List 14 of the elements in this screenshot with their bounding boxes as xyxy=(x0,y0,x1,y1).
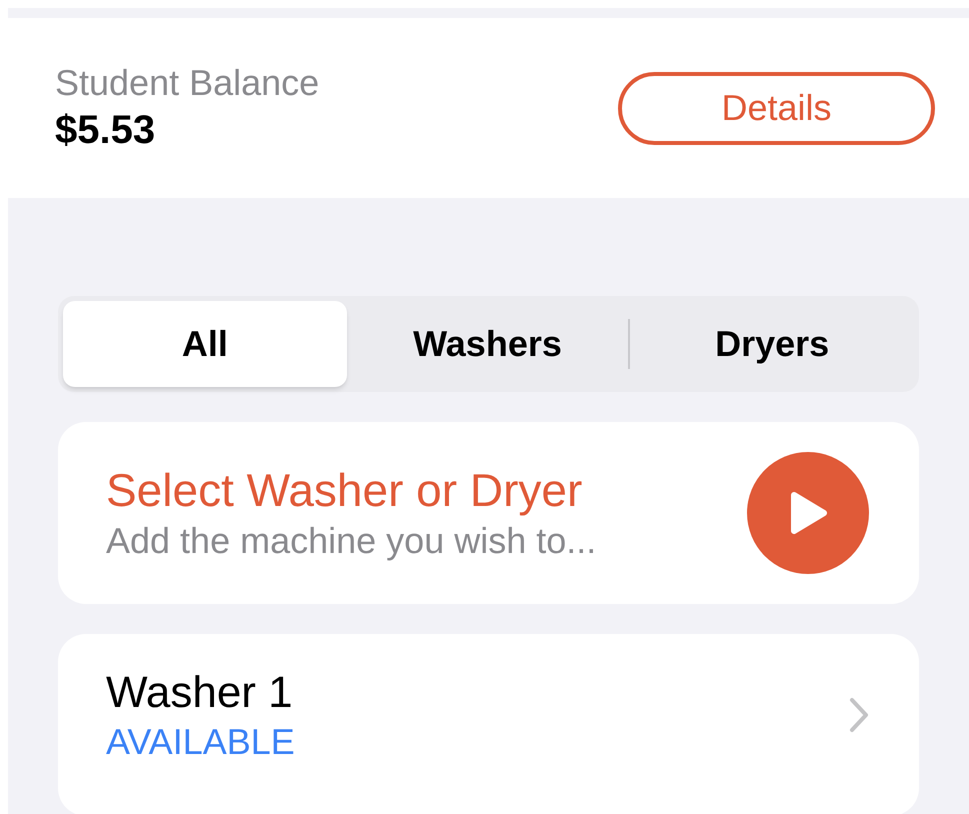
machine-card[interactable]: Washer 1 AVAILABLE xyxy=(58,634,919,814)
segment-tab[interactable]: Dryers xyxy=(630,301,914,387)
segment-tab[interactable]: All xyxy=(63,301,347,387)
play-icon xyxy=(788,491,828,535)
card-title: Select Washer or Dryer xyxy=(106,463,584,518)
balance-label: Student Balance xyxy=(55,61,320,105)
card-subtitle: Add the machine you wish to... xyxy=(106,519,596,563)
balance-amount: $5.53 xyxy=(55,107,156,154)
machine-name: Washer 1 xyxy=(106,667,294,719)
machine-status: AVAILABLE xyxy=(106,720,295,764)
segment-tab[interactable]: Washers xyxy=(346,301,628,387)
select-machine-card[interactable]: Select Washer or Dryer Add the machine you wish to... xyxy=(58,422,919,604)
chevron-right-icon xyxy=(849,697,869,733)
details-button[interactable]: Details xyxy=(618,72,935,144)
